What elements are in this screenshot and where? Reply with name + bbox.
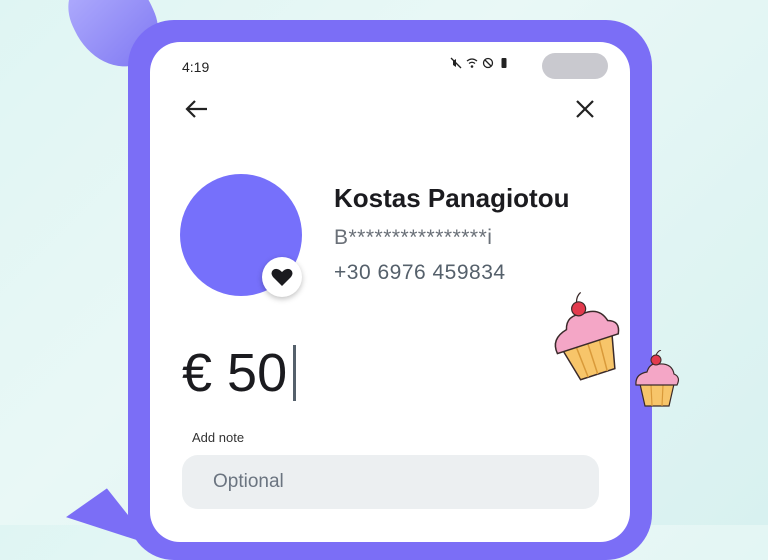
wifi-icon (466, 57, 478, 72)
amount-value: € 50 (182, 343, 288, 403)
battery-icon (498, 57, 510, 72)
cupcake-icon (635, 350, 680, 407)
recipient-phone: +30 6976 459834 (334, 261, 506, 284)
favorite-button[interactable] (262, 257, 302, 297)
arrow-left-icon (185, 100, 207, 118)
mute-icon (450, 57, 462, 72)
amount-input[interactable]: € 50 (182, 342, 297, 404)
note-input[interactable] (182, 455, 599, 509)
cupcake-icon (554, 292, 620, 381)
note-label: Add note (192, 430, 245, 445)
recipient-name: Kostas Panagiotou (334, 183, 570, 213)
recipient-iban: B****************i (334, 226, 493, 249)
back-button[interactable] (182, 94, 212, 124)
do-not-disturb-icon (482, 57, 494, 72)
text-caret (293, 345, 297, 401)
heart-icon (271, 268, 293, 286)
status-icons (450, 57, 510, 72)
camera-pill (542, 53, 608, 79)
close-icon (576, 100, 594, 118)
status-time: 4:19 (182, 59, 210, 75)
close-button[interactable] (570, 94, 600, 124)
